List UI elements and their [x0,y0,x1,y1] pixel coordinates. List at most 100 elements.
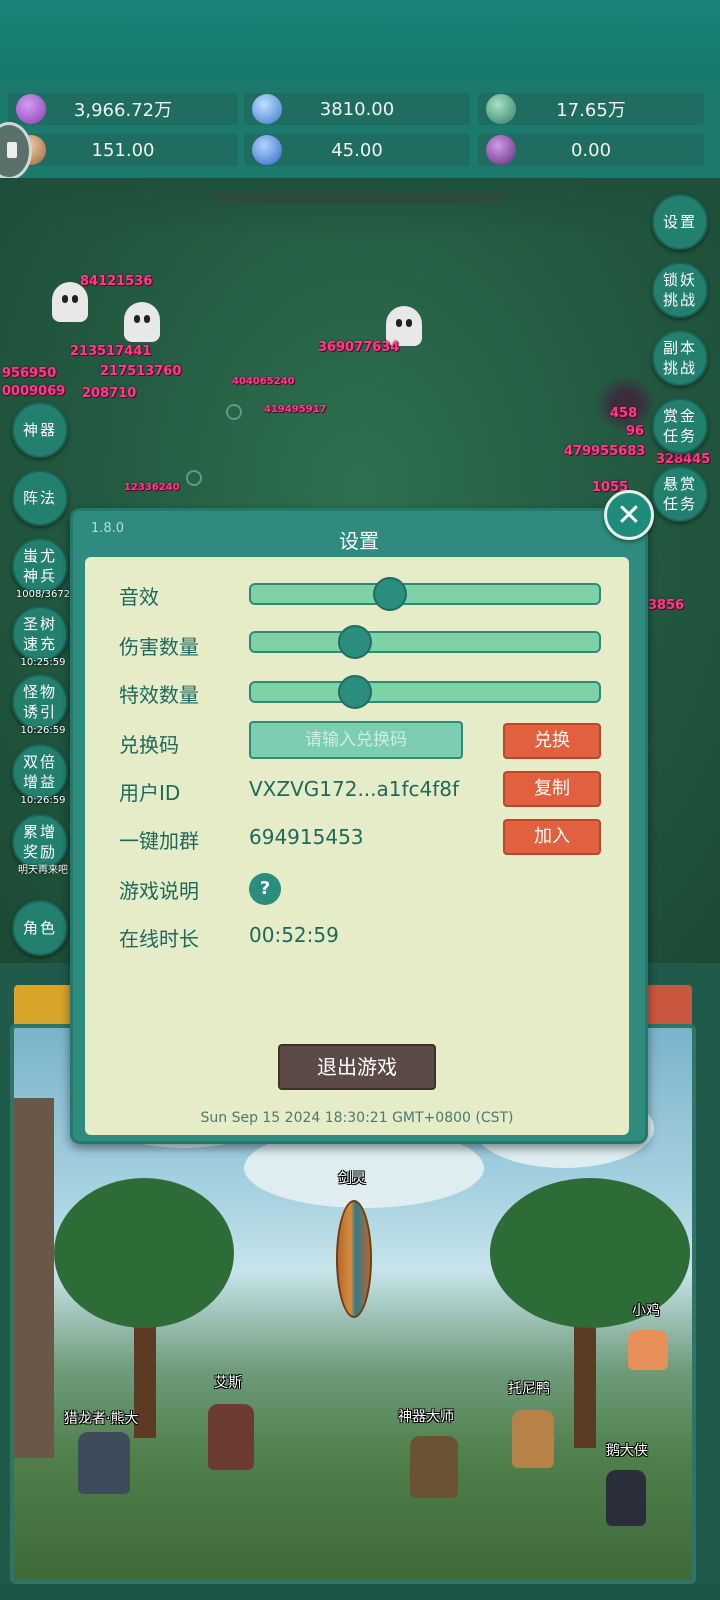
hero-dragon-hunter[interactable] [78,1432,130,1494]
damage-number: 208710 [82,386,137,401]
hero-chick[interactable] [628,1330,668,1370]
surfboard-sword-spirit[interactable] [336,1200,372,1318]
menu-label: 圣树速充 [22,615,57,653]
damage-number: 458 [610,406,638,421]
help-icon[interactable]: ? [249,873,281,905]
menu-label: 锁妖挑战 [662,271,697,309]
bubble-effect [226,404,242,420]
settings-panel: 音效 伤害数量 特效数量 兑换码 请输入兑换码 兑换 用户ID VXZVG172… [85,557,629,1135]
damage-number: 12336240 [124,482,180,493]
damage-number: 479955683 [564,444,646,459]
menu-label: 赏金任务 [662,407,697,445]
damage-number: 404065240 [232,376,295,387]
blue-crystal-icon [252,94,282,124]
hero-name: 剑灵 [338,1171,366,1187]
copy-button[interactable]: 复制 [503,771,601,807]
damage-number: 328445 [656,452,711,467]
resource-orbs: 17.65万 [478,93,704,125]
menu-character-button[interactable]: 角色 [12,900,68,956]
game-help-label: 游戏说明 [119,879,199,903]
menu-timer: 10:26:59 [20,795,66,806]
damage-number: 217513760 [100,364,182,379]
quit-game-button[interactable]: 退出游戏 [278,1044,436,1090]
hero-name: 艾斯 [214,1375,242,1391]
effects-count-label: 特效数量 [119,683,199,707]
menu-label: 蚩尤神兵 [22,547,57,585]
menu-settings-button[interactable]: 设置 [652,194,708,250]
menu-cumulative-reward-button[interactable]: 累增奖励 明天再来吧 [12,814,68,876]
tree [54,1178,234,1328]
menu-timer: 10:26:59 [20,725,66,736]
slider-knob[interactable] [338,625,373,659]
hero-tony-duck[interactable] [512,1410,554,1468]
menu-label: 神器 [22,421,57,439]
boss-health-bar [212,192,508,204]
close-icon[interactable]: ✕ [604,490,654,540]
slider-knob[interactable] [338,675,373,709]
menu-chiyou-weapon-button[interactable]: 蚩尤神兵 1008/3672 [12,538,70,600]
menu-label: 怪物诱引 [22,683,57,721]
damage-count-slider[interactable] [249,625,601,659]
menu-monster-lure-button[interactable]: 怪物诱引 10:26:59 [12,674,68,736]
hero-ace[interactable] [208,1404,254,1470]
redeem-code-input[interactable]: 请输入兑换码 [249,721,463,759]
menu-wanted-quest-button[interactable]: 悬赏任务 [652,466,708,522]
resource-bar: 3,966.72万 3810.00 17.65万 151.00 45.00 0.… [0,80,720,178]
redeem-label: 兑换码 [119,733,179,757]
forest-canopy [0,178,720,238]
blue-shard-icon [252,135,282,165]
online-time-value: 00:52:59 [249,923,339,947]
purple-gem-icon [16,94,46,124]
damage-count-label: 伤害数量 [119,635,199,659]
yellow-tab-strip[interactable] [14,985,74,1027]
menu-formation-button[interactable]: 阵法 [12,470,68,526]
damage-number: 419495917 [264,404,327,415]
damage-number: 213517441 [70,344,152,359]
sound-slider[interactable] [249,577,601,611]
menu-dungeon-button[interactable]: 副本挑战 [652,330,708,386]
menu-artifact-button[interactable]: 神器 [12,402,68,458]
menu-demon-lock-button[interactable]: 锁妖挑战 [652,262,708,318]
menu-label: 角色 [22,919,57,937]
settings-dialog: 1.8.0 设置 音效 伤害数量 特效数量 兑换码 请输入兑换码 兑换 用户ID… [70,508,648,1144]
hero-artifact-master[interactable] [410,1436,458,1498]
slider-knob[interactable] [373,577,408,611]
join-group-button[interactable]: 加入 [503,819,601,855]
join-group-label: 一键加群 [119,829,199,853]
menu-label: 悬赏任务 [662,475,697,513]
resource-crystals: 3810.00 [244,93,470,125]
hero-goose-hero[interactable] [606,1470,646,1526]
damage-number: 84121536 [80,274,153,289]
house-wall [14,1098,54,1458]
menu-tree-recharge-button[interactable]: 圣树速充 10:25:59 [12,606,68,668]
damage-number: 369077634 [318,340,400,355]
hero-name: 猎龙者·熊大 [64,1411,139,1427]
user-id-value: VXZVG172...a1fc4f8f [249,777,460,801]
menu-label: 累增奖励 [22,823,57,861]
purple-potion-icon [486,135,516,165]
top-header-band [0,0,720,82]
damage-number: 956950 [2,366,57,381]
damage-number: 96 [626,424,645,439]
menu-bounty-quest-button[interactable]: 赏金任务 [652,398,708,454]
menu-status: 明天再来吧 [18,865,68,876]
dialog-title: 设置 [339,529,379,553]
menu-double-boost-button[interactable]: 双倍增益 10:26:59 [12,744,68,806]
group-number: 694915453 [249,825,364,849]
resource-potions: 0.00 [478,134,704,166]
effects-count-slider[interactable] [249,675,601,709]
tree [490,1178,690,1328]
menu-label: 阵法 [22,489,57,507]
menu-label: 设置 [662,213,697,231]
sound-label: 音效 [119,585,159,609]
hero-name: 托尼鸭 [508,1381,550,1397]
menu-label: 副本挑战 [662,339,697,377]
redeem-button[interactable]: 兑换 [503,723,601,759]
resource-horns: 151.00 [8,134,238,166]
menu-timer: 10:25:59 [20,657,66,668]
resource-gems: 3,966.72万 [8,93,238,125]
online-time-label: 在线时长 [119,927,199,951]
hero-name: 小鸡 [632,1303,660,1319]
timestamp: Sun Sep 15 2024 18:30:21 GMT+0800 (CST) [200,1110,514,1126]
ghost-enemy [124,302,160,342]
